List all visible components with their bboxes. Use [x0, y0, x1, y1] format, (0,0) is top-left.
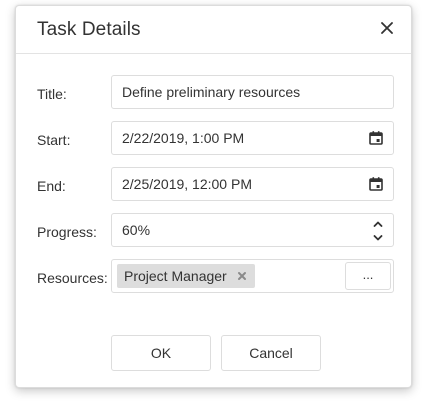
- title-label: Title:: [37, 86, 67, 102]
- dialog-title: Task Details: [37, 19, 141, 40]
- title-value: Define preliminary resources: [122, 84, 301, 100]
- progress-value: 60%: [122, 222, 151, 238]
- progress-label: Progress:: [37, 224, 97, 240]
- dialog-header: Task Details: [16, 6, 411, 54]
- task-details-dialog: Task Details Title: Define preliminary r…: [15, 5, 412, 388]
- end-value: 2/25/2019, 12:00 PM: [122, 176, 252, 192]
- resource-tag-label: Project Manager: [124, 268, 227, 284]
- start-label: Start:: [37, 132, 71, 148]
- ok-button[interactable]: OK: [111, 335, 211, 371]
- end-label: End:: [37, 178, 66, 194]
- chevron-down-icon[interactable]: [371, 233, 385, 243]
- start-value: 2/22/2019, 1:00 PM: [122, 130, 245, 146]
- start-date-input[interactable]: 2/22/2019, 1:00 PM: [111, 121, 394, 155]
- end-date-input[interactable]: 2/25/2019, 12:00 PM: [111, 167, 394, 201]
- chevron-up-icon[interactable]: [371, 219, 385, 229]
- resources-more-button[interactable]: ...: [345, 262, 391, 290]
- calendar-icon[interactable]: [368, 130, 384, 146]
- close-button[interactable]: [375, 16, 399, 40]
- calendar-icon[interactable]: [368, 176, 384, 192]
- resources-input[interactable]: Project Manager ...: [111, 259, 394, 293]
- close-icon: [381, 22, 393, 34]
- title-input[interactable]: Define preliminary resources: [111, 75, 394, 109]
- progress-input[interactable]: 60%: [111, 213, 394, 247]
- resources-label: Resources:: [37, 270, 108, 286]
- cancel-button[interactable]: Cancel: [221, 335, 321, 371]
- resource-tag: Project Manager: [117, 264, 255, 288]
- close-icon[interactable]: [236, 270, 248, 282]
